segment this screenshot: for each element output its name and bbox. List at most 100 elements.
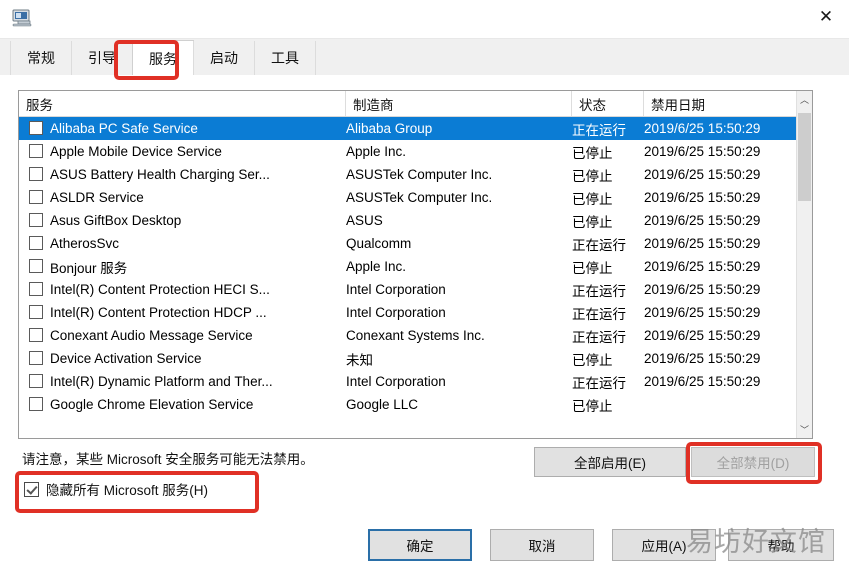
services-list-scrollbar[interactable]: ︿ ﹀ [796, 91, 812, 438]
services-list-header: 服务 制造商 状态 禁用日期 [19, 91, 812, 117]
column-header-status[interactable]: 状态 [572, 91, 644, 116]
disable-date-cell [644, 393, 794, 416]
manufacturer-cell: Apple Inc. [346, 144, 407, 159]
row-checkbox[interactable] [29, 213, 43, 227]
status-cell: 已停止 [572, 145, 613, 161]
manufacturer-cell: Alibaba Group [346, 121, 433, 136]
manufacturer-cell: Intel Corporation [346, 305, 446, 320]
cancel-button[interactable]: 取消 [490, 529, 594, 561]
manufacturer-cell: ASUS [346, 213, 383, 228]
disable-date-cell: 2019/6/25 15:50:29 [644, 236, 761, 251]
disable-date-cell: 2019/6/25 15:50:29 [644, 374, 761, 389]
row-checkbox[interactable] [29, 236, 43, 250]
scroll-up-icon[interactable]: ︿ [797, 91, 812, 108]
row-checkbox[interactable] [29, 374, 43, 388]
enable-all-button[interactable]: 全部启用(E) [534, 447, 686, 477]
table-row[interactable]: Intel(R) Content Protection HDCP ... Inte… [19, 301, 796, 324]
manufacturer-cell: Conexant Systems Inc. [346, 328, 485, 343]
close-icon[interactable]: ✕ [803, 0, 849, 34]
disable-date-cell: 2019/6/25 15:50:29 [644, 305, 761, 320]
table-row[interactable]: Conexant Audio Message Service Conexant S… [19, 324, 796, 347]
title-bar: ✕ [0, 0, 849, 39]
table-row[interactable]: Asus GiftBox Desktop ASUS 已停止 2019/6/25 15:… [19, 209, 796, 232]
table-row[interactable]: AtherosSvc Qualcomm 正在运行 2019/6/25 15:50:29 [19, 232, 796, 255]
table-row[interactable]: Apple Mobile Device Service Apple Inc. 已停止… [19, 140, 796, 163]
status-cell: 正在运行 [572, 306, 626, 322]
service-name-cell: Google Chrome Elevation Service [50, 397, 254, 412]
service-name-cell: Apple Mobile Device Service [50, 144, 222, 159]
manufacturer-cell: ASUSTek Computer Inc. [346, 167, 493, 182]
disable-date-cell: 2019/6/25 15:50:29 [644, 167, 761, 182]
disable-date-cell: 2019/6/25 15:50:29 [644, 144, 761, 159]
status-cell: 已停止 [572, 260, 613, 276]
service-name-cell: Alibaba PC Safe Service [50, 121, 198, 136]
table-row[interactable]: Intel(R) Dynamic Platform and Ther... Int… [19, 370, 796, 393]
column-header-disable-date[interactable]: 禁用日期 [644, 91, 796, 116]
column-header-manufacturer[interactable]: 制造商 [346, 91, 572, 116]
row-checkbox[interactable] [29, 190, 43, 204]
manufacturer-cell: Apple Inc. [346, 259, 407, 274]
disable-all-button[interactable]: 全部禁用(D) [691, 447, 815, 477]
service-name-cell: Intel(R) Dynamic Platform and Ther... [50, 374, 273, 389]
service-name-cell: Device Activation Service [50, 351, 202, 366]
services-list[interactable]: 服务 制造商 状态 禁用日期 Alibaba PC Safe Service Al… [18, 90, 813, 439]
service-name-cell: AtherosSvc [50, 236, 120, 251]
status-cell: 已停止 [572, 214, 613, 230]
table-row[interactable]: Intel(R) Content Protection HECI S... Int… [19, 278, 796, 301]
table-row[interactable]: Google Chrome Elevation Service Google LL… [19, 393, 796, 416]
status-cell: 已停止 [572, 168, 613, 184]
status-cell: 正在运行 [572, 122, 626, 138]
scrollbar-thumb[interactable] [798, 113, 811, 201]
tab-general[interactable]: 常规 [10, 41, 72, 75]
table-row[interactable]: Bonjour 服务 Apple Inc. 已停止 2019/6/25 15:50:2… [19, 255, 796, 278]
status-cell: 正在运行 [572, 237, 626, 253]
help-button[interactable]: 帮助 [728, 529, 834, 561]
disable-date-cell: 2019/6/25 15:50:29 [644, 190, 761, 205]
table-row[interactable]: Alibaba PC Safe Service Alibaba Group 正在运行… [19, 117, 796, 140]
tab-boot[interactable]: 引导 [71, 41, 133, 75]
row-checkbox[interactable] [29, 121, 43, 135]
services-list-rows[interactable]: Alibaba PC Safe Service Alibaba Group 正在运行… [19, 117, 796, 438]
tab-startup[interactable]: 启动 [193, 41, 255, 75]
disable-date-cell: 2019/6/25 15:50:29 [644, 121, 761, 136]
service-name-cell: ASUS Battery Health Charging Ser... [50, 167, 270, 182]
hide-microsoft-services-checkbox[interactable]: 隐藏所有 Microsoft 服务(H) [24, 479, 208, 499]
msconfig-computer-icon [10, 6, 34, 30]
column-header-service[interactable]: 服务 [19, 91, 346, 116]
table-row[interactable]: ASUS Battery Health Charging Ser... ASUST… [19, 163, 796, 186]
service-name-cell: Asus GiftBox Desktop [50, 213, 182, 228]
row-checkbox[interactable] [29, 259, 43, 273]
row-checkbox[interactable] [29, 305, 43, 319]
tab-services[interactable]: 服务 [132, 40, 194, 76]
service-name-cell: Conexant Audio Message Service [50, 328, 253, 343]
service-name-cell: Bonjour 服务 [50, 260, 128, 276]
disable-date-cell: 2019/6/25 15:50:29 [644, 351, 761, 366]
service-name-cell: Intel(R) Content Protection HECI S... [50, 282, 270, 297]
disable-date-cell: 2019/6/25 15:50:29 [644, 282, 761, 297]
row-checkbox[interactable] [29, 351, 43, 365]
disable-date-cell: 2019/6/25 15:50:29 [644, 328, 761, 343]
checkbox-checked-icon[interactable] [24, 481, 39, 497]
row-checkbox[interactable] [29, 167, 43, 181]
services-tab-panel: 服务 制造商 状态 禁用日期 Alibaba PC Safe Service Al… [0, 75, 849, 569]
service-name-cell: ASLDR Service [50, 190, 144, 205]
status-cell: 已停止 [572, 352, 613, 368]
scroll-down-icon[interactable]: ﹀ [797, 421, 812, 438]
apply-button[interactable]: 应用(A) [612, 529, 716, 561]
row-checkbox[interactable] [29, 144, 43, 158]
table-row[interactable]: Device Activation Service 未知 已停止 2019/6/25 … [19, 347, 796, 370]
row-checkbox[interactable] [29, 397, 43, 411]
tab-tools[interactable]: 工具 [254, 41, 316, 75]
ok-button[interactable]: 确定 [368, 529, 472, 561]
status-cell: 正在运行 [572, 375, 626, 391]
status-cell: 正在运行 [572, 329, 626, 345]
manufacturer-cell: Qualcomm [346, 236, 412, 251]
manufacturer-cell: 未知 [346, 352, 373, 368]
disable-date-cell: 2019/6/25 15:50:29 [644, 259, 761, 274]
hide-microsoft-services-label: 隐藏所有 Microsoft 服务(H) [46, 483, 208, 498]
row-checkbox[interactable] [29, 328, 43, 342]
table-row[interactable]: ASLDR Service ASUSTek Computer Inc. 已停止 201… [19, 186, 796, 209]
row-checkbox[interactable] [29, 282, 43, 296]
status-cell: 已停止 [572, 191, 613, 207]
manufacturer-cell: Intel Corporation [346, 374, 446, 389]
